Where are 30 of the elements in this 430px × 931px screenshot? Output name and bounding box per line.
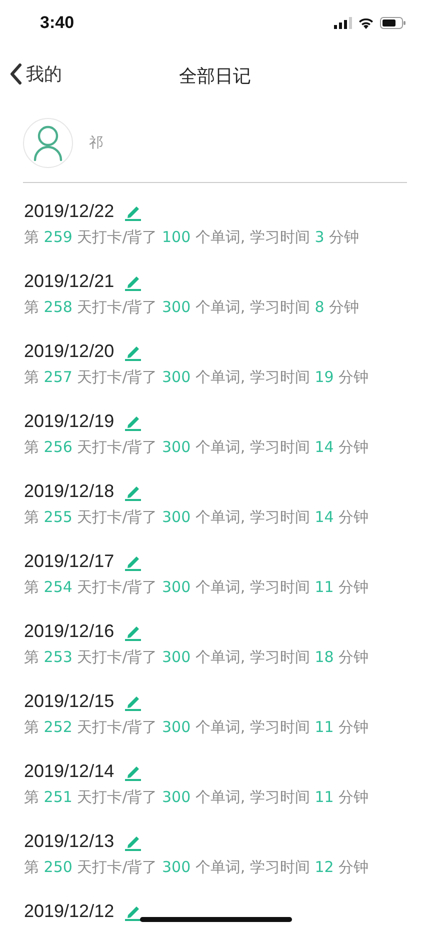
entry-summary: 第 253 天打卡/背了 300 个单词, 学习时间 18 分钟	[24, 648, 370, 667]
entry-date: 2019/12/14	[24, 761, 114, 782]
entry-date: 2019/12/15	[24, 691, 114, 712]
entry-summary: 第 250 天打卡/背了 300 个单词, 学习时间 12 分钟	[24, 858, 370, 877]
entry-date: 2019/12/19	[24, 411, 114, 432]
page-title: 全部日记	[179, 65, 251, 88]
avatar-icon	[23, 118, 73, 168]
back-button[interactable]: 我的	[10, 62, 62, 86]
back-chevron-icon	[10, 63, 22, 85]
entry-date: 2019/12/20	[24, 341, 114, 362]
entry-date: 2019/12/18	[24, 481, 114, 502]
signal-icon	[334, 17, 352, 29]
entry-date: 2019/12/21	[24, 271, 114, 292]
user-name: 祁	[89, 134, 103, 152]
status-time: 3:40	[40, 13, 74, 33]
entry-summary: 第 258 天打卡/背了 300 个单词, 学习时间 8 分钟	[24, 298, 360, 317]
entry-date: 2019/12/16	[24, 621, 114, 642]
wifi-icon	[358, 17, 374, 29]
entry-date: 2019/12/13	[24, 831, 114, 852]
entry-summary: 第 251 天打卡/背了 300 个单词, 学习时间 11 分钟	[24, 788, 370, 807]
entry-summary: 第 252 天打卡/背了 300 个单词, 学习时间 11 分钟	[24, 718, 370, 737]
entry-date: 2019/12/12	[24, 901, 114, 922]
entry-summary: 第 257 天打卡/背了 300 个单词, 学习时间 19 分钟	[24, 368, 370, 387]
entry-summary: 第 254 天打卡/背了 300 个单词, 学习时间 11 分钟	[24, 578, 370, 597]
entry-date: 2019/12/22	[24, 201, 114, 222]
entry-summary: 第 256 天打卡/背了 300 个单词, 学习时间 14 分钟	[24, 438, 370, 457]
entry-date: 2019/12/17	[24, 551, 114, 572]
entry-summary: 第 259 天打卡/背了 100 个单词, 学习时间 3 分钟	[24, 228, 360, 247]
entry-summary: 第 255 天打卡/背了 300 个单词, 学习时间 14 分钟	[24, 508, 370, 527]
battery-icon	[380, 17, 406, 29]
